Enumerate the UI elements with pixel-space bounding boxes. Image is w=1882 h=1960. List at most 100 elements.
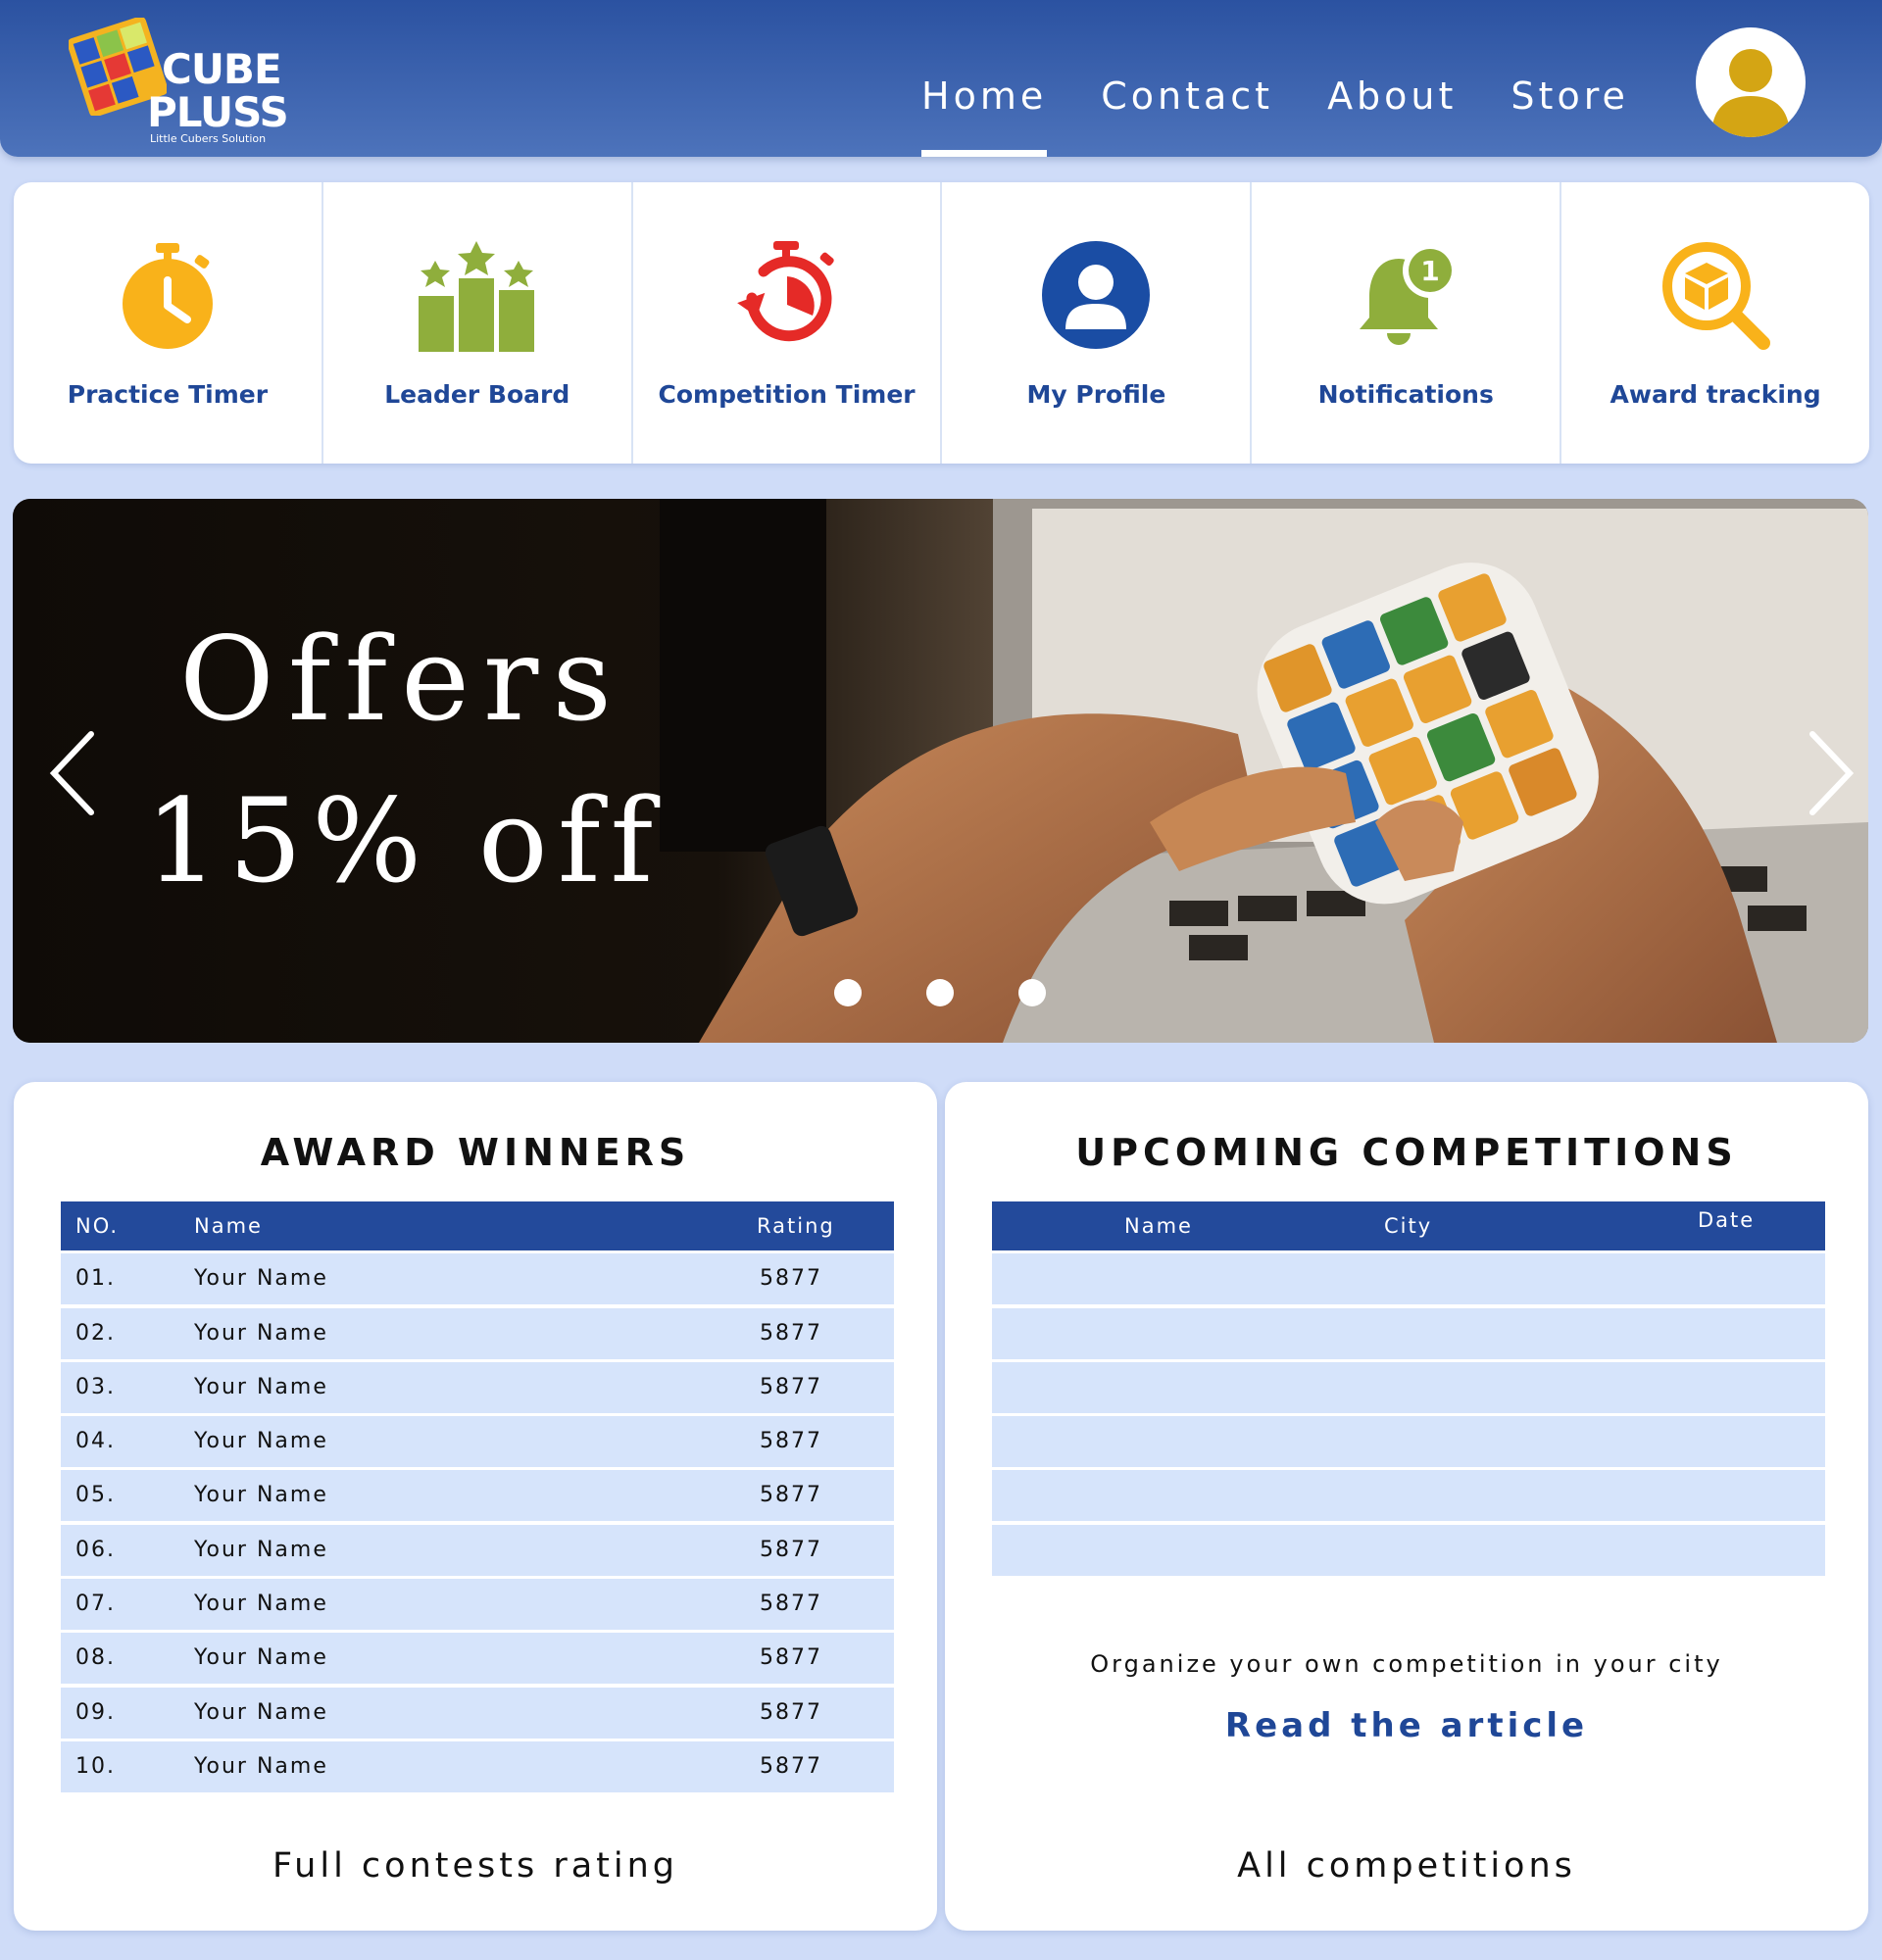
tile-notifications[interactable]: 1 Notifications [1252,182,1562,464]
column-header-city: City [1384,1214,1433,1238]
table-row: 02. Your Name 5877 [61,1307,894,1359]
rank-cell: 02. [75,1320,116,1346]
rank-cell: 10. [75,1753,116,1779]
tile-leader-board[interactable]: Leader Board [323,182,633,464]
name-cell: Your Name [194,1483,328,1508]
rating-cell: 5877 [760,1645,822,1671]
logo-tagline: Little Cubers Solution [150,132,267,145]
tile-label: Award tracking [1610,380,1821,409]
tile-label: My Profile [1026,380,1166,409]
full-contests-rating-link[interactable]: Full contests rating [14,1846,937,1886]
table-row: 06. Your Name 5877 [61,1524,894,1576]
table-row: 03. Your Name 5877 [61,1361,894,1413]
rank-cell: 05. [75,1483,116,1508]
tile-competition-timer[interactable]: Competition Timer [633,182,943,464]
podium-stars-icon [416,237,538,353]
upcoming-competitions-title: UPCOMING COMPETITIONS [1075,1131,1738,1174]
nav-store[interactable]: Store [1511,0,1628,157]
offer-discount: 15% off [145,773,664,908]
timer-reset-icon [730,237,843,353]
tile-label: Leader Board [384,380,570,409]
table-row: 05. Your Name 5877 [61,1470,894,1522]
name-cell: Your Name [194,1429,328,1454]
column-header-rating: Rating [757,1214,835,1238]
table-row: 04. Your Name 5877 [61,1416,894,1468]
tile-award-tracking[interactable]: Award tracking [1561,182,1869,464]
table-row: 10. Your Name 5877 [61,1740,894,1792]
offers-carousel: Offers 15% off [13,499,1868,1043]
tile-label: Notifications [1317,380,1494,409]
rating-cell: 5877 [760,1592,822,1617]
avatar-person-icon [1711,49,1790,137]
table-row: 09. Your Name 5877 [61,1687,894,1739]
quick-actions-bar: Practice Timer Leader Board Competition … [14,182,1869,464]
upcoming-competitions-card: UPCOMING COMPETITIONS Name City Date Org… [945,1082,1868,1931]
table-row [992,1253,1825,1305]
column-header-name: Name [194,1214,263,1238]
rating-cell: 5877 [760,1699,822,1725]
award-winners-table: NO. Name Rating 01. Your Name 5877 02. Your … [61,1201,894,1792]
name-cell: Your Name [194,1592,328,1617]
table-header: NO. Name Rating [61,1201,894,1250]
nav-contact[interactable]: Contact [1101,0,1273,157]
logo-word-pluss: PLUSS [147,88,289,136]
rating-cell: 5877 [760,1483,822,1508]
rank-cell: 01. [75,1266,116,1292]
box-search-icon [1659,237,1772,353]
rating-cell: 5877 [760,1537,822,1562]
rating-cell: 5877 [760,1753,822,1779]
organize-competition-text: Organize your own competition in your ci… [1090,1650,1723,1678]
name-cell: Your Name [194,1266,328,1292]
rank-cell: 07. [75,1592,116,1617]
table-row [992,1361,1825,1413]
table-row: 01. Your Name 5877 [61,1253,894,1305]
tile-practice-timer[interactable]: Practice Timer [14,182,323,464]
carousel-dots [834,979,1111,1006]
award-winners-card: AWARD WINNERS NO. Name Rating 01. Your Na… [14,1082,937,1931]
read-article-link[interactable]: Read the article [945,1706,1868,1745]
table-header: Name City Date [992,1201,1825,1250]
stopwatch-icon [119,237,217,353]
table-row: 07. Your Name 5877 [61,1579,894,1631]
tile-label: Competition Timer [658,380,916,409]
rank-cell: 09. [75,1699,116,1725]
carousel-dot-1[interactable] [834,979,862,1006]
top-header: CUBE PLUSS Little Cubers Solution Home C… [0,0,1882,157]
name-cell: Your Name [194,1374,328,1399]
bell-icon: 1 [1350,237,1462,353]
rank-cell: 06. [75,1537,116,1562]
carousel-dot-2[interactable] [926,979,954,1006]
carousel-dot-3[interactable] [1018,979,1046,1006]
cube-pluss-logo[interactable]: CUBE PLUSS Little Cubers Solution [69,18,289,145]
name-cell: Your Name [194,1537,328,1562]
user-avatar-icon[interactable] [1696,27,1806,137]
tile-label: Practice Timer [67,380,269,409]
table-row [992,1470,1825,1522]
name-cell: Your Name [194,1645,328,1671]
column-header-name: Name [1124,1214,1193,1238]
chevron-right-icon [1809,731,1855,815]
offer-heading: Offers [179,612,625,747]
tile-my-profile[interactable]: My Profile [942,182,1253,464]
main-nav: Home Contact About Store [921,0,1683,157]
table-row: 08. Your Name 5877 [61,1633,894,1685]
notification-badge: 1 [1420,255,1439,287]
name-cell: Your Name [194,1753,328,1779]
profile-icon [1040,237,1153,353]
banner-photo-cube-hands [13,499,1868,1043]
column-header-no: NO. [75,1214,120,1238]
rank-cell: 03. [75,1374,116,1399]
upcoming-competitions-table: Name City Date [992,1201,1825,1576]
carousel-prev-button[interactable] [32,724,111,822]
table-row [992,1416,1825,1468]
column-header-date: Date [1698,1208,1756,1232]
rank-cell: 04. [75,1429,116,1454]
carousel-next-button[interactable] [1777,724,1856,822]
rating-cell: 5877 [760,1429,822,1454]
rank-cell: 08. [75,1645,116,1671]
all-competitions-link[interactable]: All competitions [945,1846,1868,1886]
rating-cell: 5877 [760,1320,822,1346]
nav-home[interactable]: Home [921,0,1048,157]
nav-about[interactable]: About [1327,0,1457,157]
rating-cell: 5877 [760,1374,822,1399]
